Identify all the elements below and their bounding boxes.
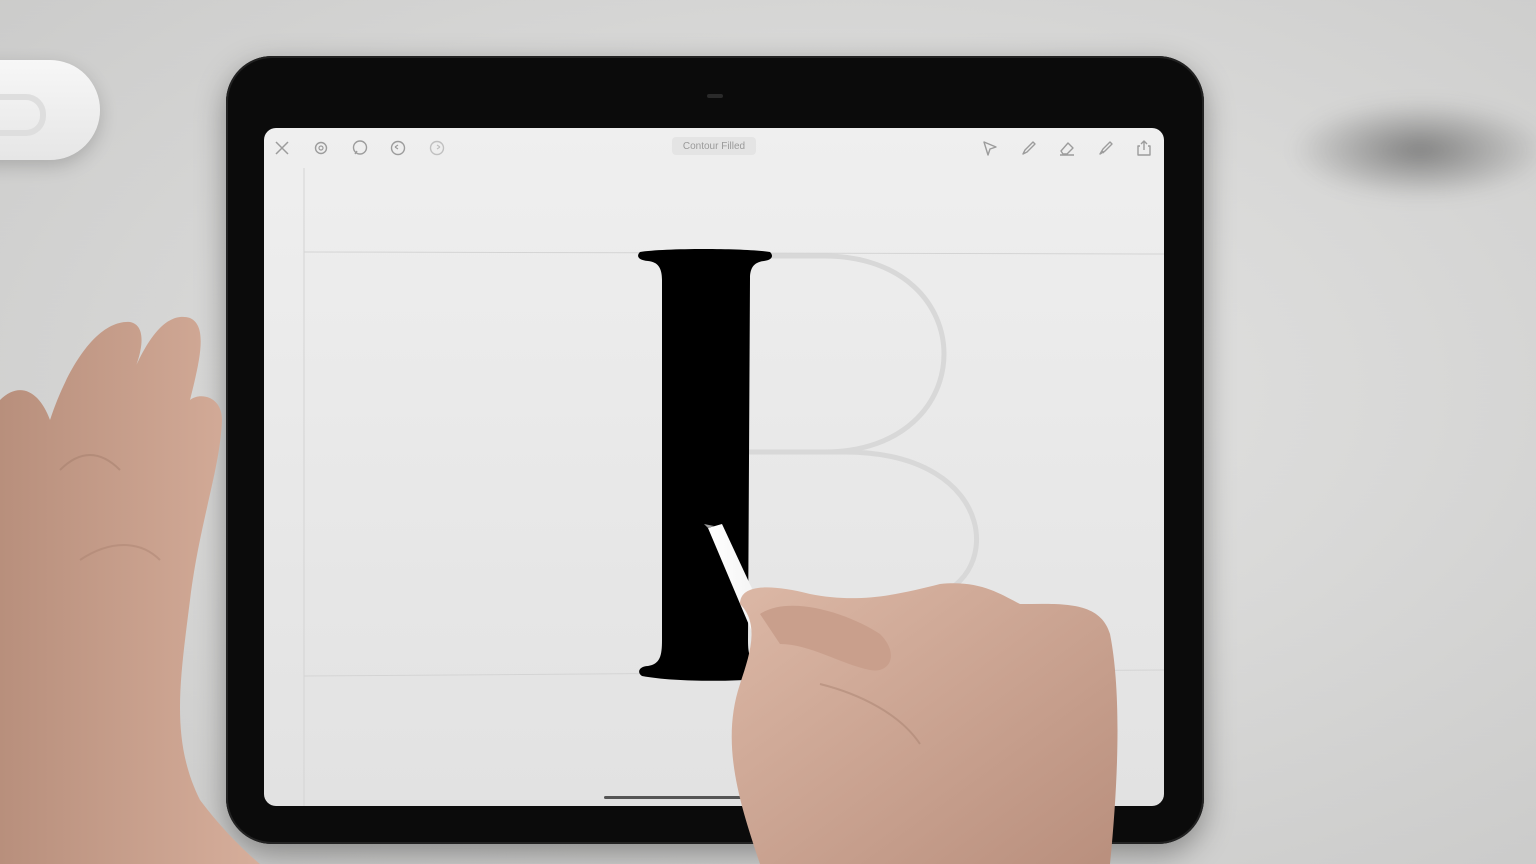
desk-shadow: [1290, 100, 1536, 200]
select-arrow-icon[interactable]: [980, 138, 1000, 158]
close-icon[interactable]: [272, 138, 292, 158]
camera-notch: [707, 94, 723, 98]
share-icon[interactable]: [1134, 138, 1154, 158]
settings-icon[interactable]: [311, 138, 331, 158]
undo-icon[interactable]: [388, 138, 408, 158]
redo-icon[interactable]: [427, 138, 447, 158]
top-toolbar: Contour Filled: [264, 128, 1164, 168]
left-hand: [0, 316, 260, 864]
right-hand-with-stylus: [704, 524, 1118, 864]
eraser-icon[interactable]: [1057, 138, 1077, 158]
document-title[interactable]: Contour Filled: [672, 137, 756, 155]
brush-icon[interactable]: [1096, 138, 1116, 158]
pen-icon[interactable]: [1019, 138, 1039, 158]
comment-icon[interactable]: [350, 138, 370, 158]
